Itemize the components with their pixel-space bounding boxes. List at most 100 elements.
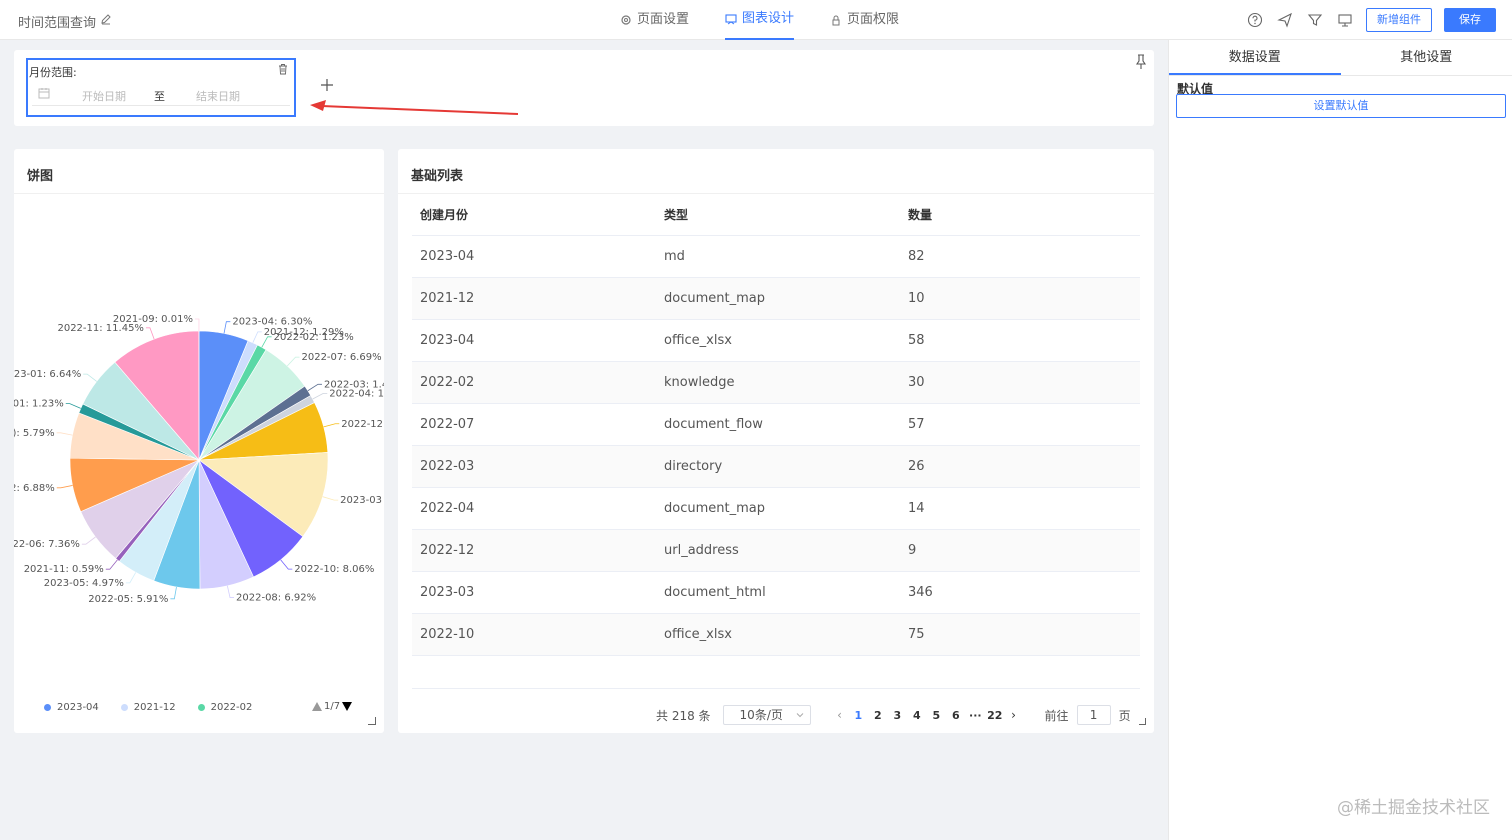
pie-chart-card: 饼图 2023-04: 6.30% 2021-12: 1.29% 2022-02: … bbox=[14, 149, 384, 733]
table-card-title: 基础列表 bbox=[411, 169, 464, 184]
slice-label: 23-01: 6.64% bbox=[14, 369, 81, 380]
column-header[interactable]: 创建月份 bbox=[412, 206, 655, 223]
next-page-button[interactable]: › bbox=[1005, 708, 1023, 722]
slice-label: 2022-10: 8.06% bbox=[294, 564, 374, 575]
slice-label: 2022-12 bbox=[341, 419, 383, 430]
resize-handle[interactable] bbox=[1139, 718, 1146, 725]
legend-item[interactable]: 2023-04 bbox=[44, 702, 99, 713]
tab-data-settings[interactable]: 数据设置 bbox=[1169, 40, 1341, 75]
table-row[interactable]: 2022-04 document_map 14 bbox=[412, 488, 1140, 530]
table-row[interactable]: 2021-12 document_map 10 bbox=[412, 278, 1140, 320]
table-row[interactable]: 2023-04 office_xlsx 58 bbox=[412, 320, 1140, 362]
slice-label-line bbox=[125, 572, 137, 584]
legend-dot bbox=[120, 704, 128, 711]
slice-label-line bbox=[105, 559, 118, 570]
slice-label: 2022-07: 6.69% bbox=[301, 352, 381, 363]
brand-watermark: @稀土掘金技术社区 bbox=[1337, 798, 1490, 818]
date-range-input[interactable]: 开始日期 至 结束日期 bbox=[32, 82, 290, 106]
save-button[interactable]: 保存 bbox=[1444, 8, 1496, 32]
triangle-up-icon[interactable] bbox=[312, 702, 322, 711]
tab-page-settings[interactable]: 页面设置 bbox=[620, 0, 689, 40]
page-number[interactable]: 2 bbox=[868, 709, 888, 722]
slice-label-line bbox=[56, 432, 73, 436]
slice-label: 2022-08: 6.92% bbox=[236, 593, 316, 604]
monitor-icon[interactable] bbox=[1336, 11, 1354, 29]
tab-label: 图表设计 bbox=[742, 11, 795, 26]
slice-label-line bbox=[261, 336, 272, 348]
table-cell: 58 bbox=[908, 333, 925, 348]
page-number[interactable]: 3 bbox=[888, 709, 908, 722]
table-cell: 2023-03 bbox=[420, 585, 475, 600]
page-list: 1 2 3 4 5 6 ··· 22 bbox=[849, 709, 1005, 722]
edit-icon[interactable] bbox=[100, 13, 112, 25]
table-row[interactable]: 2022-12 url_address 9 bbox=[412, 530, 1140, 572]
column-header[interactable]: 类型 bbox=[655, 206, 898, 223]
legend-label: 2022-02 bbox=[210, 702, 253, 713]
page-number[interactable]: 1 bbox=[849, 709, 869, 722]
slice-label-line bbox=[145, 327, 155, 340]
page-number[interactable]: 4 bbox=[907, 709, 927, 722]
goto-page: 前往 1 页 bbox=[1045, 705, 1131, 725]
table-cell: 2022-10 bbox=[420, 627, 475, 642]
tab-page-permission[interactable]: 页面权限 bbox=[830, 0, 899, 40]
total-count: 共 218 条 bbox=[656, 708, 711, 723]
start-date-placeholder[interactable]: 开始日期 bbox=[82, 88, 126, 104]
page-number[interactable]: 22 bbox=[985, 709, 1005, 722]
pin-icon[interactable] bbox=[1134, 54, 1148, 70]
set-default-button[interactable]: 设置默认值 bbox=[1176, 94, 1506, 118]
filter-label: 月份范围: bbox=[29, 66, 77, 79]
range-separator: 至 bbox=[154, 90, 165, 103]
table-row[interactable]: 2022-02 knowledge 30 bbox=[412, 362, 1140, 404]
tab-chart-design[interactable]: 图表设计 bbox=[725, 0, 795, 40]
trash-icon[interactable] bbox=[277, 63, 289, 75]
slice-label-line bbox=[252, 331, 262, 343]
table-row[interactable]: 2022-03 directory 26 bbox=[412, 446, 1140, 488]
triangle-down-icon[interactable] bbox=[342, 702, 353, 711]
table-cell: document_html bbox=[664, 585, 766, 600]
tab-other-settings[interactable]: 其他设置 bbox=[1341, 40, 1512, 75]
page-number[interactable]: 5 bbox=[927, 709, 947, 722]
page-number[interactable]: ··· bbox=[966, 709, 986, 722]
table-row[interactable]: 2023-03 document_html 346 bbox=[412, 572, 1140, 614]
plus-icon[interactable] bbox=[320, 78, 334, 92]
slice-label-line bbox=[280, 559, 293, 570]
table-row[interactable]: 2022-10 office_xlsx 75 bbox=[412, 614, 1140, 656]
slice-label-line bbox=[81, 536, 96, 545]
table-row[interactable]: 2023-04 md 82 bbox=[412, 236, 1140, 278]
table-cell: md bbox=[664, 249, 685, 264]
slice-label: 2022-04: 1 bbox=[329, 388, 384, 399]
slice-label: 022-06: 7.36% bbox=[14, 539, 80, 550]
end-date-placeholder[interactable]: 结束日期 bbox=[196, 88, 240, 104]
slice-label-line bbox=[312, 392, 328, 400]
column-header[interactable]: 数量 bbox=[898, 206, 1140, 223]
send-icon[interactable] bbox=[1276, 11, 1294, 29]
page-size-select[interactable]: 10条/页 bbox=[722, 705, 811, 725]
help-icon[interactable] bbox=[1246, 11, 1264, 29]
slice-label: 2023-03 bbox=[340, 495, 382, 506]
table-cell: office_xlsx bbox=[664, 627, 732, 642]
legend-item[interactable]: 2021-12 bbox=[120, 702, 176, 713]
table-cell: 10 bbox=[908, 291, 925, 306]
divider bbox=[412, 688, 1140, 689]
prev-page-button[interactable]: ‹ bbox=[831, 708, 849, 722]
table-cell: 82 bbox=[908, 249, 925, 264]
filter-icon[interactable] bbox=[1306, 11, 1324, 29]
slice-label-line bbox=[307, 383, 322, 392]
slice-label: 2021-09: 0.01% bbox=[113, 314, 193, 325]
table-cell: knowledge bbox=[664, 375, 735, 390]
date-range-filter[interactable]: 月份范围: 开始日期 至 结束日期 bbox=[26, 58, 296, 117]
page-suffix: 页 bbox=[1118, 708, 1131, 723]
resize-handle[interactable] bbox=[368, 717, 376, 725]
page-number[interactable]: 6 bbox=[946, 709, 966, 722]
slice-label: 2: 6.88% bbox=[14, 483, 55, 494]
tab-label: 页面设置 bbox=[637, 12, 690, 27]
slice-label: 01: 1.23% bbox=[14, 399, 64, 410]
chart-icon bbox=[725, 14, 737, 25]
table-row[interactable]: 2022-07 document_flow 57 bbox=[412, 404, 1140, 446]
table-cell: url_address bbox=[664, 543, 739, 558]
add-component-button[interactable]: 新增组件 bbox=[1366, 8, 1432, 32]
table-body: 2023-04 md 82 2021-12 document_map 10 2023-04 o… bbox=[412, 236, 1140, 656]
page-title: 时间范围查询 bbox=[18, 16, 97, 31]
goto-page-input[interactable]: 1 bbox=[1076, 705, 1111, 725]
legend-item[interactable]: 2022-02 bbox=[197, 702, 253, 713]
